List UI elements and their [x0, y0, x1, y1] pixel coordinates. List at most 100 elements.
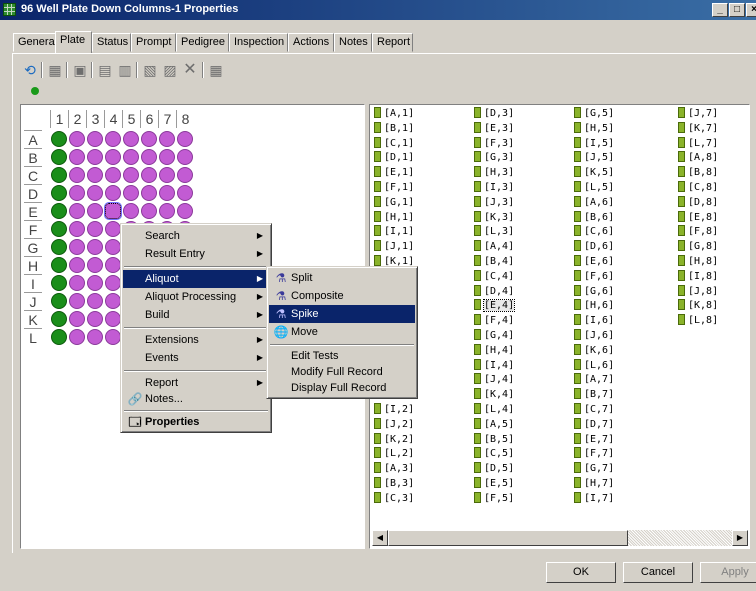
well-list-item[interactable]: [L,5] [574, 181, 614, 195]
plate-well[interactable] [141, 203, 157, 219]
row-header-F[interactable]: F [24, 220, 42, 239]
plate-well[interactable] [51, 149, 67, 165]
well-list-item[interactable]: [D,7] [574, 417, 614, 432]
well-list-item[interactable]: [A,3] [374, 462, 414, 476]
plate-well[interactable] [177, 149, 193, 165]
search-refresh-icon[interactable]: ⟲ [22, 62, 38, 78]
plate-well[interactable] [159, 131, 175, 147]
well-list-item[interactable]: [J,4] [474, 373, 514, 387]
scroll-track[interactable] [628, 530, 732, 546]
tab-prompt[interactable]: Prompt [131, 33, 176, 52]
row-header-K[interactable]: K [24, 310, 42, 329]
well-list-item[interactable]: [B,5] [474, 432, 514, 447]
well-list-item[interactable]: [C,6] [574, 225, 614, 239]
column-header-3[interactable]: 3 [86, 110, 104, 128]
plate-well[interactable] [69, 329, 85, 345]
tab-general[interactable]: General [13, 33, 57, 52]
well-list-item[interactable]: [C,5] [474, 447, 514, 461]
plate-well[interactable] [141, 185, 157, 201]
plate-well[interactable] [177, 131, 193, 147]
plate-well[interactable] [87, 203, 103, 219]
well-list-item[interactable]: [A,5] [474, 417, 514, 432]
plate-well[interactable] [87, 149, 103, 165]
well-list-item[interactable]: [K,3] [474, 210, 514, 225]
tab-status[interactable]: Status [92, 33, 131, 52]
plate-well[interactable] [51, 185, 67, 201]
well-list-item[interactable]: [C,1] [374, 136, 414, 151]
well-list-item[interactable]: [D,6] [574, 240, 614, 254]
row-header-J[interactable]: J [24, 292, 42, 311]
plate-well[interactable] [87, 257, 103, 273]
menu-item-events[interactable]: Events ▶ [123, 349, 269, 367]
row-header-B[interactable]: B [24, 148, 42, 167]
well-list-item[interactable]: [D,5] [474, 462, 514, 476]
plate-well[interactable] [51, 131, 67, 147]
well-list-item[interactable]: [G,7] [574, 462, 614, 476]
column-header-7[interactable]: 7 [158, 110, 176, 128]
minimize-button[interactable]: _ [712, 3, 728, 17]
grid-icon[interactable]: ▦ [47, 62, 63, 78]
plate-well[interactable] [159, 203, 175, 219]
plate-well[interactable] [69, 257, 85, 273]
plate-well[interactable] [159, 149, 175, 165]
well-list-item[interactable]: [H,6] [574, 299, 614, 313]
title-bar[interactable]: 96 Well Plate Down Columns-1 Properties … [0, 0, 756, 20]
well-list-item[interactable]: [E,6] [574, 255, 614, 269]
well-list-item[interactable]: [D,1] [374, 151, 414, 165]
submenu-item-display-full-record[interactable]: Display Full Record [269, 379, 415, 397]
plate-well[interactable] [123, 167, 139, 183]
plate-well[interactable] [105, 167, 121, 183]
well-list-item[interactable]: [B,8] [678, 166, 718, 180]
plate-well[interactable] [105, 131, 121, 147]
well-list-item[interactable]: [G,8] [678, 240, 718, 254]
plate-well[interactable] [51, 275, 67, 291]
plate-well[interactable] [69, 203, 85, 219]
well-list[interactable]: [A,1] [B,1] [C,1] [D,1] [E,1] [F,1] [G,1] [H,1]… [369, 104, 750, 549]
plate-well[interactable] [159, 185, 175, 201]
well-list-item[interactable]: [H,4] [474, 343, 514, 358]
plate-well[interactable] [87, 311, 103, 327]
plate-well[interactable] [87, 275, 103, 291]
row-header-L[interactable]: L [24, 328, 42, 347]
well-list-item[interactable]: [L,8] [678, 314, 718, 328]
row-header-C[interactable]: C [24, 166, 42, 185]
tab-plate[interactable]: Plate [55, 31, 92, 53]
plate-well[interactable] [51, 311, 67, 327]
plate-well[interactable] [105, 221, 121, 237]
well-list-item[interactable]: [K,6] [574, 343, 614, 358]
well-list-item[interactable]: [E,7] [574, 432, 614, 447]
plate-well[interactable] [123, 185, 139, 201]
plate-well[interactable] [87, 131, 103, 147]
submenu-item-split[interactable]: ⚗ Split [269, 269, 415, 287]
well-list-item[interactable]: [H,5] [574, 121, 614, 136]
tab-report[interactable]: Report [372, 33, 413, 52]
maximize-button[interactable]: □ [729, 3, 745, 17]
well-list-item[interactable]: [L,2] [374, 447, 414, 461]
well-list-item[interactable]: [G,5] [574, 107, 614, 121]
column-header-5[interactable]: 5 [122, 110, 140, 128]
well-list-item[interactable]: [J,8] [678, 284, 718, 299]
well-list-item[interactable]: [K,4] [474, 388, 514, 402]
tab-inspection[interactable]: Inspection [229, 33, 288, 52]
plate-well[interactable] [69, 185, 85, 201]
well-list-item[interactable]: [G,3] [474, 151, 514, 165]
well-list-item[interactable]: [E,3] [474, 121, 514, 136]
menu-item-notes[interactable]: 🔗 Notes... [123, 390, 269, 408]
apply-button[interactable]: Apply [700, 562, 756, 583]
well-list-item[interactable]: [I,8] [678, 269, 718, 284]
plate-well[interactable] [69, 149, 85, 165]
row-header-A[interactable]: A [24, 130, 42, 149]
plate-well[interactable] [105, 293, 121, 309]
well-list-item[interactable]: [A,4] [474, 240, 514, 254]
well-list-item[interactable]: [E,4] [474, 299, 516, 313]
plate-well[interactable] [51, 293, 67, 309]
plate-well[interactable] [69, 131, 85, 147]
delete-icon[interactable]: ✕ [182, 62, 198, 78]
row-header-E[interactable]: E [24, 202, 42, 221]
well-list-item[interactable]: [C,7] [574, 403, 614, 417]
tab-notes[interactable]: Notes [334, 33, 372, 52]
menu-item-result-entry[interactable]: Result Entry ▶ [123, 245, 269, 263]
plate-well[interactable] [105, 257, 121, 273]
tab-actions[interactable]: Actions [288, 33, 334, 52]
plate-well[interactable] [87, 293, 103, 309]
